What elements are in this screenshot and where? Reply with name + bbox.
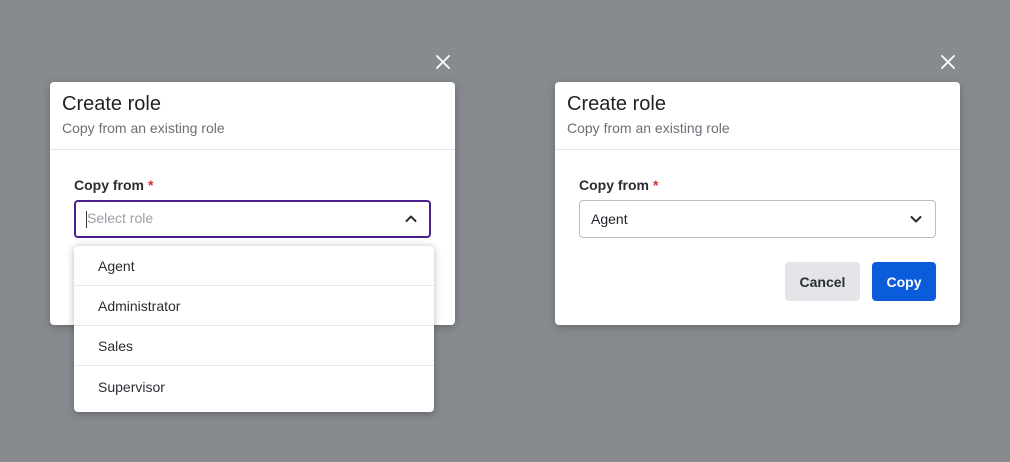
dropdown-option-agent[interactable]: Agent [74,246,434,286]
dropdown-option-administrator[interactable]: Administrator [74,286,434,326]
role-dropdown-list: Agent Administrator Sales Supervisor [74,245,434,412]
role-select[interactable]: Select role [74,200,431,238]
chevron-down-icon[interactable] [908,211,924,227]
modal-title: Create role [62,93,161,115]
copy-from-label: Copy from * [74,176,431,194]
close-icon[interactable] [433,52,453,72]
close-icon[interactable] [938,52,958,72]
role-select[interactable]: Agent [579,200,936,238]
copy-from-label: Copy from * [579,176,936,194]
copy-from-label-text: Copy from [579,177,649,193]
placeholder-text: Select role [87,210,154,227]
dropdown-option-supervisor[interactable]: Supervisor [74,366,434,408]
modal-subtitle: Copy from an existing role [62,120,225,136]
modal-body: Copy from * Agent [555,150,960,238]
modal-body: Copy from * Select role [50,150,455,238]
copy-from-label-text: Copy from [74,177,144,193]
modal-subtitle: Copy from an existing role [567,120,730,136]
chevron-up-icon[interactable] [403,211,419,227]
role-select-placeholder[interactable]: Select role [86,210,403,228]
modal-header: Create role Copy from an existing role [50,82,455,150]
modal-title: Create role [567,93,666,115]
required-marker: * [148,177,154,193]
cancel-button[interactable]: Cancel [785,262,860,301]
required-marker: * [653,177,659,193]
dropdown-option-sales[interactable]: Sales [74,326,434,366]
modal-header: Create role Copy from an existing role [555,82,960,150]
role-select-value[interactable]: Agent [591,211,908,227]
create-role-modal-selected: Create role Copy from an existing role C… [555,82,960,325]
copy-button[interactable]: Copy [872,262,936,301]
modal-actions: Cancel Copy [785,262,936,301]
